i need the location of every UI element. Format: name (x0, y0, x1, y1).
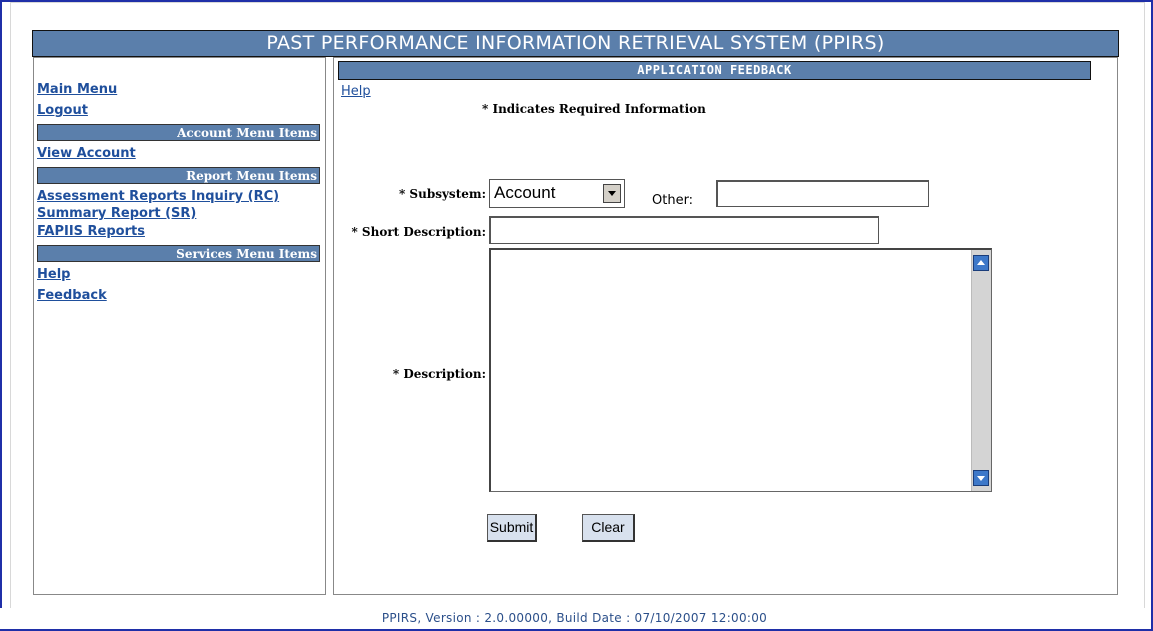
clear-button[interactable]: Clear (582, 514, 635, 542)
subsystem-selected-value: Account (494, 183, 556, 202)
sidebar-link-view-account[interactable]: View Account (37, 146, 136, 161)
scroll-down-icon[interactable] (973, 470, 989, 486)
required-note: * Indicates Required Information (482, 102, 706, 116)
short-description-input[interactable] (489, 216, 879, 244)
footer: PPIRS, Version : 2.0.00000, Build Date :… (0, 608, 1149, 629)
sidebar-link-assessment-reports[interactable]: Assessment Reports Inquiry (RC) (37, 189, 279, 204)
sidebar-link-summary-report[interactable]: Summary Report (SR) (37, 206, 196, 221)
main-content: APPLICATION FEEDBACK Help * Indicates Re… (333, 57, 1118, 595)
description-scrollbar[interactable] (971, 250, 991, 491)
description-label: * Description: (392, 367, 486, 381)
sidebar-link-fapiis-reports[interactable]: FAPIIS Reports (37, 224, 145, 239)
sidebar-link-logout[interactable]: Logout (37, 103, 88, 118)
sidebar-link-main-menu[interactable]: Main Menu (37, 82, 117, 97)
scroll-up-icon[interactable] (973, 255, 989, 271)
section-title: APPLICATION FEEDBACK (338, 61, 1091, 80)
sidebar-link-help[interactable]: Help (37, 267, 70, 282)
other-input[interactable] (716, 180, 929, 207)
description-textarea[interactable] (489, 248, 992, 492)
sidebar-header-account: Account Menu Items (37, 124, 320, 141)
sidebar-link-feedback[interactable]: Feedback (37, 288, 107, 303)
sidebar-header-report: Report Menu Items (37, 167, 320, 184)
other-label: Other: (652, 193, 694, 208)
short-description-label: * Short Description: (351, 225, 486, 239)
submit-button[interactable]: Submit (487, 514, 537, 542)
version-info: PPIRS, Version : 2.0.00000, Build Date :… (381, 611, 768, 625)
subsystem-select[interactable]: Account (489, 179, 625, 208)
subsystem-label: * Subsystem: (398, 187, 486, 201)
app-title: PAST PERFORMANCE INFORMATION RETRIEVAL S… (32, 30, 1119, 57)
sidebar: Main Menu Logout Account Menu Items View… (33, 57, 326, 595)
help-link[interactable]: Help (341, 84, 371, 99)
sidebar-header-services: Services Menu Items (37, 245, 320, 262)
chevron-down-icon[interactable] (603, 184, 621, 203)
